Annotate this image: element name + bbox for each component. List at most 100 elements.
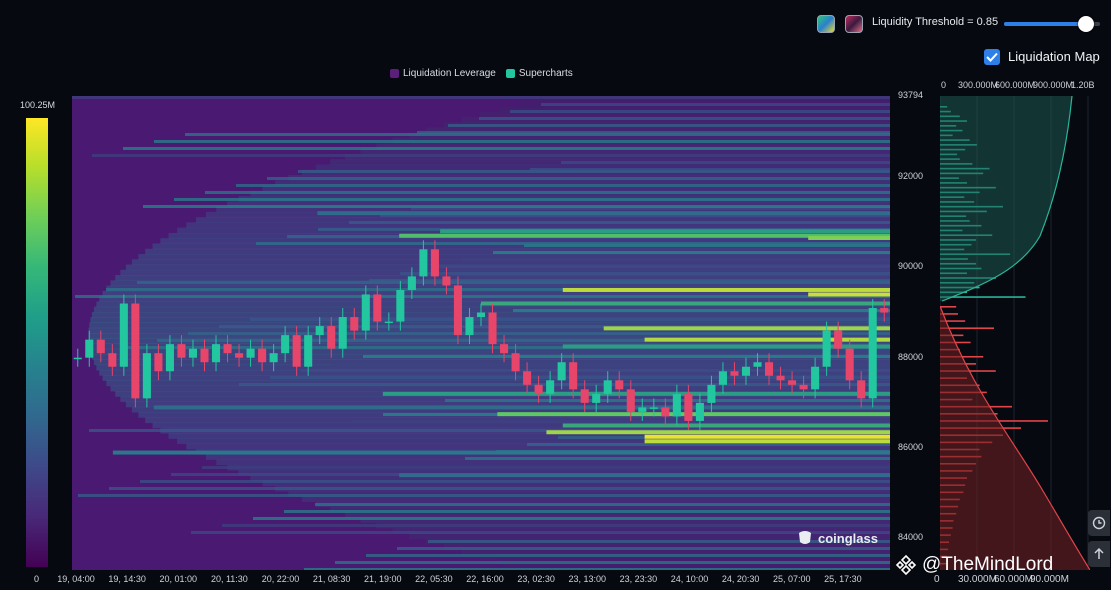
- candle-body: [338, 317, 347, 349]
- time-tick-label: 23, 23:30: [619, 574, 658, 584]
- candle-body: [626, 389, 635, 412]
- candle-body: [811, 366, 820, 390]
- liquidation-band: [497, 412, 890, 417]
- profile-top-tick-label: 600.000M: [995, 80, 1036, 90]
- viridis-palette-button[interactable]: [817, 15, 835, 33]
- legend-label: Supercharts: [518, 68, 573, 79]
- time-tick-label: 25, 07:00: [772, 574, 811, 584]
- heatmap-band: [448, 124, 890, 127]
- heatmap-band: [109, 487, 890, 490]
- liquidity-threshold-label: Liquidity Threshold = 0.85: [872, 16, 999, 28]
- candle-body: [500, 344, 509, 354]
- candle-body: [258, 348, 267, 363]
- price-tick-label: 92000: [898, 171, 924, 182]
- candle-body: [638, 407, 647, 412]
- candle-body: [799, 384, 808, 390]
- heatmap-band: [431, 265, 890, 268]
- time-tick-label: 25, 17:30: [824, 574, 862, 584]
- liquidation-heatmap[interactable]: [72, 96, 890, 570]
- candle-body: [246, 348, 255, 358]
- candle-body: [108, 353, 117, 367]
- candle-body: [200, 348, 209, 363]
- time-tick-label: 20, 11:30: [210, 574, 248, 584]
- liquidation-map-checkbox[interactable]: [984, 49, 1000, 65]
- info-button[interactable]: [1088, 510, 1110, 536]
- heatmap-cell-row: [90, 348, 890, 355]
- time-tick-label: 23, 13:00: [568, 574, 607, 584]
- candle-body: [546, 380, 555, 394]
- candle-body: [188, 348, 198, 358]
- candle-body: [649, 407, 658, 409]
- legend-swatch: [505, 69, 515, 78]
- candle-body: [396, 289, 405, 322]
- candle-body: [361, 294, 370, 331]
- heatmap-band: [530, 168, 890, 171]
- heatmap-band: [72, 96, 890, 99]
- price-tick-label: 84000: [898, 532, 924, 543]
- profile-top-tick-label: 900.000M: [1033, 80, 1074, 90]
- candle-body: [764, 362, 774, 376]
- heatmap-band: [174, 198, 890, 201]
- liquidation-band: [603, 326, 890, 331]
- legend-item-liquidation-leverage[interactable]: Liquidation Leverage: [390, 68, 496, 79]
- legend-item-supercharts[interactable]: Supercharts: [505, 68, 573, 79]
- candle-body: [165, 344, 174, 372]
- heatmap-band: [222, 524, 890, 527]
- candle-body: [315, 326, 324, 336]
- scroll-top-button[interactable]: [1088, 541, 1110, 567]
- liquidation-band: [153, 405, 890, 410]
- candle-body: [592, 393, 601, 403]
- liquidation-map-label: Liquidation Map: [1008, 49, 1100, 64]
- candle-body: [131, 303, 140, 399]
- candle-body: [85, 339, 94, 358]
- price-tick-label: 88000: [898, 351, 924, 362]
- color-scale-min-label: 0: [34, 574, 40, 584]
- time-tick-label: 21, 19:00: [363, 574, 402, 584]
- candle-body: [684, 393, 693, 421]
- heatmap-band: [400, 272, 890, 275]
- liquidity-threshold-slider[interactable]: [1004, 16, 1100, 32]
- candle-body: [154, 353, 163, 372]
- candle-body: [695, 402, 704, 421]
- candle-body: [419, 249, 428, 277]
- heatmap-band: [75, 295, 890, 298]
- time-tick-label: 20, 22:00: [261, 574, 300, 584]
- coinglass-logo-icon: [799, 531, 811, 544]
- heatmap-band: [465, 457, 890, 460]
- heatmap-band: [513, 309, 890, 312]
- cumulative-below-area: [940, 306, 1090, 570]
- color-scale-bar: [26, 118, 48, 567]
- heatmap-band: [541, 103, 890, 106]
- candle-body: [523, 371, 532, 385]
- heatmap-band: [561, 161, 890, 164]
- candle-body: [430, 249, 439, 277]
- heatmap-band: [188, 332, 890, 335]
- slider-thumb[interactable]: [1077, 16, 1094, 32]
- candle-body: [384, 321, 393, 324]
- liquidation-profile-chart: [940, 96, 1090, 570]
- candle-body: [119, 303, 128, 367]
- chart-legend: Liquidation Leverage Supercharts: [390, 68, 573, 79]
- candle-body: [845, 348, 854, 381]
- heatmap-band: [445, 399, 890, 402]
- heatmap-band: [349, 221, 890, 224]
- legend-label: Liquidation Leverage: [403, 68, 496, 79]
- price-tick-label: 86000: [898, 442, 924, 453]
- price-tick-label: 90000: [898, 261, 924, 272]
- time-tick-label: 22, 05:30: [415, 574, 453, 584]
- heatmap-cell-row: [301, 496, 890, 503]
- profile-top-tick-label: 0: [941, 80, 947, 90]
- price-tick-label: 93794: [898, 90, 924, 100]
- candle-body: [407, 276, 416, 290]
- heatmap-band: [315, 503, 890, 506]
- heatmap-cell-row: [216, 459, 890, 466]
- red-palette-button[interactable]: [845, 15, 863, 33]
- time-tick-label: 19, 04:00: [57, 574, 95, 584]
- candle-body: [868, 308, 877, 399]
- time-tick-label: 24, 10:00: [670, 574, 709, 584]
- candle-body: [615, 380, 624, 390]
- candle-body: [292, 335, 301, 367]
- heatmap-band: [154, 140, 890, 143]
- candle-body: [834, 330, 843, 349]
- candle-body: [96, 339, 105, 354]
